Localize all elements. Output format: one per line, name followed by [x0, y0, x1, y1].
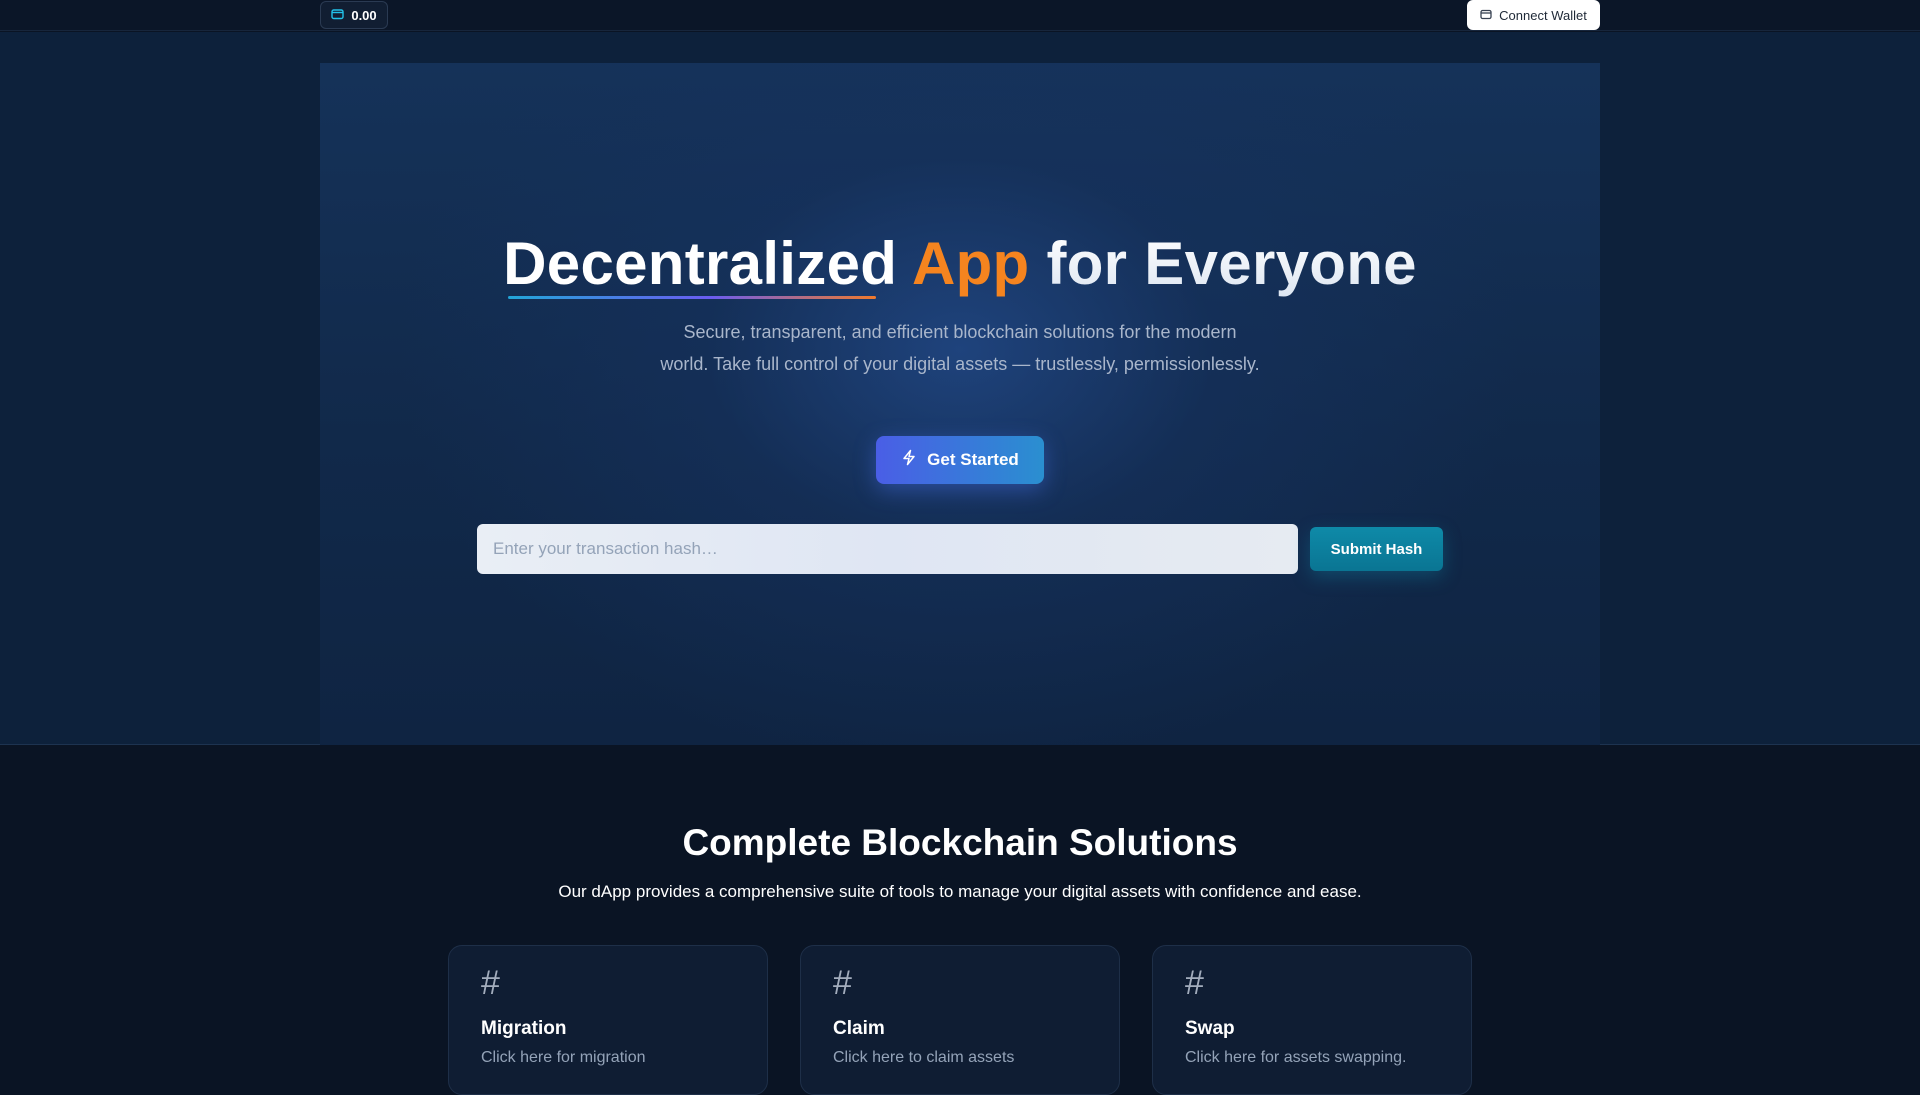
submit-hash-label: Submit Hash [1330, 540, 1423, 558]
features-subtitle: Our dApp provides a comprehensive suite … [558, 882, 1362, 901]
hero-subtitle: Secure, transparent, and efficient block… [660, 322, 1260, 374]
card-title: Claim [833, 1018, 885, 1039]
get-started-button[interactable]: Get Started [876, 436, 1044, 484]
transaction-hash-input[interactable] [477, 524, 1298, 574]
claim-card[interactable]: # Claim Click here to claim assets [800, 945, 1120, 1095]
get-started-label: Get Started [927, 450, 1019, 469]
top-bar: 0.00 Connect Wallet [0, 0, 1920, 31]
hero-title-part3: for Everyone [1046, 230, 1417, 297]
wallet-icon [331, 8, 345, 23]
wallet-balance-value: 0.00 [351, 7, 377, 23]
swap-card[interactable]: # Swap Click here for assets swapping. [1152, 945, 1472, 1095]
hero-title: Decentralized App for Everyone [0, 229, 1920, 299]
connect-wallet-button[interactable]: Connect Wallet [1467, 0, 1600, 30]
card-description: Click here for assets swapping. [1185, 1049, 1407, 1066]
card-title: Swap [1185, 1018, 1235, 1039]
card-description: Click here to claim assets [833, 1049, 1015, 1066]
hero-title-part1: Decentralized [503, 230, 898, 297]
wallet-balance[interactable]: 0.00 [320, 1, 388, 29]
card-title: Migration [481, 1018, 567, 1039]
submit-hash-button[interactable]: Submit Hash [1310, 527, 1443, 571]
lightning-icon [901, 449, 917, 471]
migration-card[interactable]: # Migration Click here for migration [448, 945, 768, 1095]
hero-panel [320, 63, 1600, 745]
hero-title-highlight: App [911, 230, 1030, 297]
hash-icon: # [481, 964, 500, 1002]
wallet-icon [1480, 8, 1492, 23]
connect-wallet-label: Connect Wallet [1499, 7, 1587, 23]
features-title: Complete Blockchain Solutions [682, 822, 1238, 863]
hash-icon: # [1185, 964, 1204, 1002]
card-description: Click here for migration [481, 1049, 646, 1066]
title-underline [508, 296, 876, 299]
hash-icon: # [833, 964, 852, 1002]
